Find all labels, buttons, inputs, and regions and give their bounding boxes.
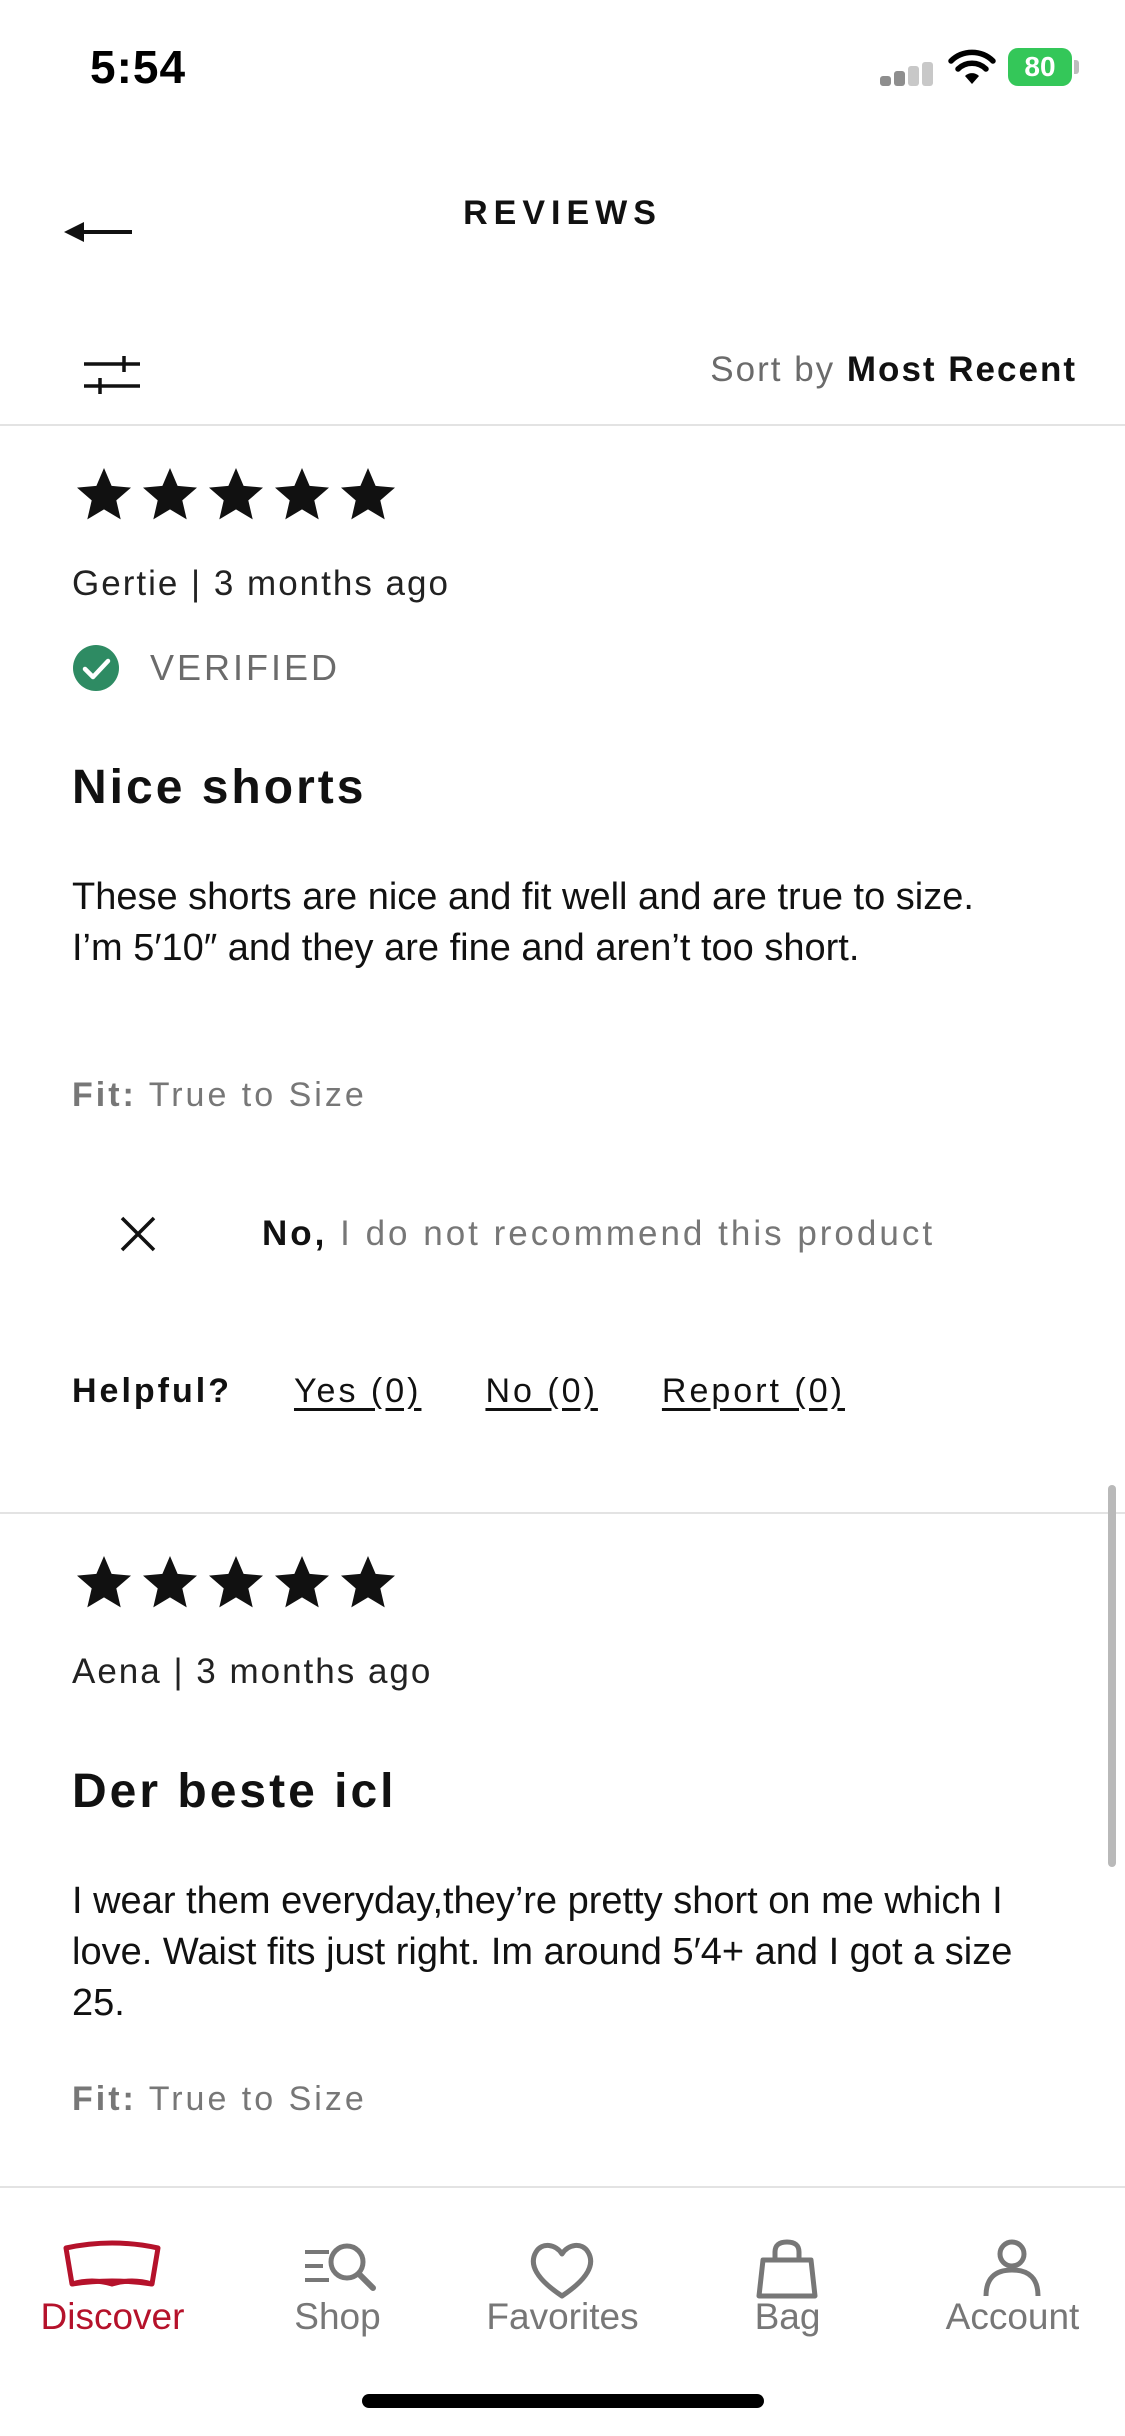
star-icon — [77, 468, 131, 520]
review-body: I wear them everyday,they’re pretty shor… — [72, 1880, 1013, 2024]
status-bar: 5:54 80 — [0, 0, 1125, 140]
tab-shop[interactable]: Shop — [225, 2188, 450, 2368]
battery-level: 80 — [1008, 48, 1072, 86]
recommend-text: No, I do not recommend this product — [262, 1214, 935, 1254]
star-icon — [341, 468, 395, 520]
tab-discover[interactable]: Discover — [0, 2188, 225, 2368]
verified-label: VERIFIED — [150, 647, 341, 688]
tab-bag[interactable]: Bag — [675, 2188, 900, 2368]
cellular-signal-icon — [880, 62, 936, 86]
helpful-no-link[interactable]: No (0) — [485, 1372, 597, 1411]
review-body: These shorts are nice and fit well and a… — [72, 876, 974, 969]
fit-label: Fit: — [72, 2080, 137, 2118]
tab-favorites[interactable]: Favorites — [450, 2188, 675, 2368]
divider — [0, 1512, 1125, 1514]
recommend-answer: No, — [262, 1214, 328, 1253]
verified-badge: VERIFIED — [72, 642, 340, 694]
recommendation: No, I do not recommend this product — [110, 1204, 935, 1264]
helpful-yes-link[interactable]: Yes (0) — [294, 1372, 421, 1411]
fit-label: Fit: — [72, 1076, 137, 1114]
review-title: Der beste icl — [72, 1765, 397, 1818]
star-icon — [143, 1556, 197, 1608]
tab-account[interactable]: Account — [900, 2188, 1125, 2368]
home-indicator — [362, 2394, 764, 2408]
report-link[interactable]: Report (0) — [662, 1372, 845, 1411]
reviewer-meta: Gertie | 3 months ago — [72, 564, 450, 603]
helpful-row: Helpful? Yes (0) No (0) Report (0) — [72, 1372, 909, 1411]
filter-sort-bar: Sort by Most Recent — [0, 330, 1125, 426]
star-icon — [209, 468, 263, 520]
star-icon — [143, 468, 197, 520]
star-icon — [275, 1556, 329, 1608]
recommend-statement: I do not recommend this product — [340, 1214, 936, 1253]
sort-dropdown[interactable]: Sort by Most Recent — [710, 350, 1077, 390]
fit-value: True to Size — [148, 2080, 367, 2118]
tab-label: Account — [945, 2296, 1080, 2337]
scrollbar[interactable] — [1108, 1485, 1116, 1867]
star-icon — [341, 1556, 395, 1608]
star-icon — [275, 468, 329, 520]
filter-sliders-icon[interactable] — [80, 350, 144, 400]
helpful-label: Helpful? — [72, 1372, 232, 1410]
close-x-icon — [120, 1216, 156, 1252]
review-title: Nice shorts — [72, 761, 367, 814]
star-icon — [209, 1556, 263, 1608]
fit-value: True to Size — [148, 1076, 367, 1114]
star-icon — [77, 1556, 131, 1608]
tab-label: Discover — [40, 2296, 185, 2337]
status-time: 5:54 — [90, 41, 187, 93]
tab-label: Shop — [294, 2296, 381, 2337]
header: REVIEWS — [0, 170, 1125, 260]
fit-info: Fit: True to Size — [72, 1076, 367, 1115]
tab-label: Favorites — [486, 2296, 639, 2337]
sort-value: Most Recent — [846, 350, 1077, 389]
fit-info: Fit: True to Size — [72, 2080, 367, 2119]
star-rating — [72, 1550, 400, 1614]
star-rating — [72, 462, 400, 526]
sort-prefix: Sort by — [710, 350, 836, 389]
battery-icon: 80 — [1008, 48, 1079, 86]
tab-label: Bag — [754, 2296, 821, 2337]
verified-check-icon — [73, 645, 119, 691]
wifi-icon — [948, 49, 996, 84]
page-title: REVIEWS — [463, 194, 662, 232]
reviewer-meta: Aena | 3 months ago — [72, 1652, 433, 1691]
